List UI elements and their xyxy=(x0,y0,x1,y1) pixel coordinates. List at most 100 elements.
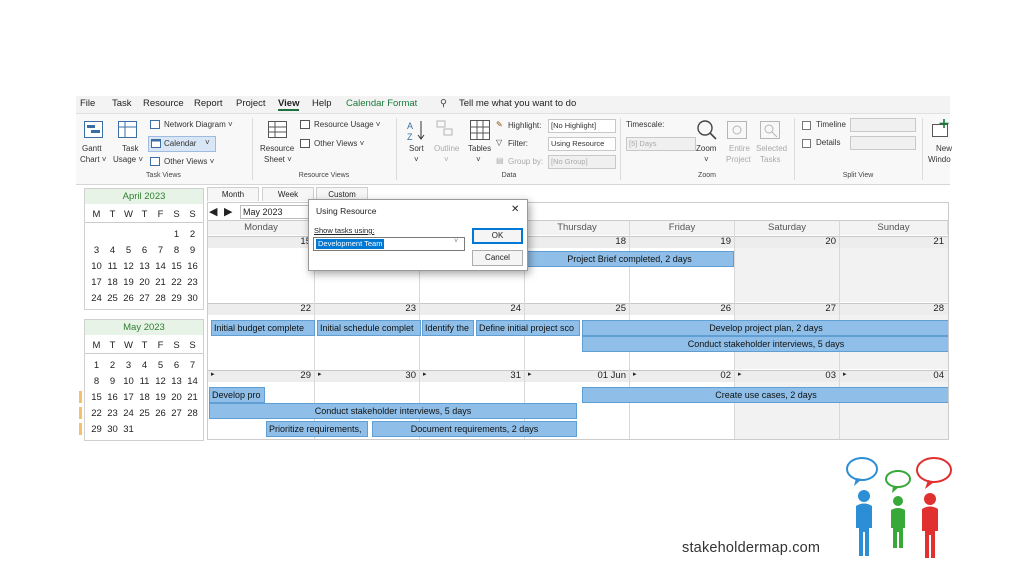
mini-calendar-day[interactable]: 1 xyxy=(89,360,104,371)
mini-calendar-day[interactable]: 5 xyxy=(121,245,136,256)
mini-calendar-day[interactable]: 26 xyxy=(153,408,168,419)
task-bar[interactable]: Initial schedule complet xyxy=(317,320,421,336)
mini-calendar-day[interactable]: 31 xyxy=(121,424,136,435)
mini-calendar-day[interactable]: 8 xyxy=(89,376,104,387)
cancel-button[interactable]: Cancel xyxy=(472,250,523,266)
mini-calendar-day[interactable]: 10 xyxy=(89,261,104,272)
mini-calendar-day[interactable]: 29 xyxy=(169,293,184,304)
mini-calendar-day[interactable]: 20 xyxy=(169,392,184,403)
task-bar[interactable]: Prioritize requirements, xyxy=(266,421,368,437)
task-bar[interactable]: Develop pro xyxy=(209,387,265,403)
mini-calendar-day[interactable]: 11 xyxy=(137,376,152,387)
group-by-dropdown[interactable]: [No Group] xyxy=(548,155,616,169)
selected-tasks-icon[interactable] xyxy=(760,121,780,139)
menu-file[interactable]: File xyxy=(80,98,95,109)
mini-calendar-day[interactable]: 6 xyxy=(137,245,152,256)
mini-calendar-day[interactable]: 7 xyxy=(185,360,200,371)
mini-calendar-day[interactable]: 14 xyxy=(185,376,200,387)
mini-calendar-day[interactable]: 23 xyxy=(185,277,200,288)
highlight-dropdown[interactable]: [No Highlight] xyxy=(548,119,616,133)
task-bar[interactable]: Define initial project sco xyxy=(476,320,580,336)
calendar-button[interactable]: Calendar ˅ xyxy=(148,136,216,152)
mini-calendar-day[interactable]: 27 xyxy=(169,408,184,419)
mini-calendar-day[interactable]: 2 xyxy=(105,360,120,371)
overflow-arrow-icon[interactable]: ▸ xyxy=(318,370,322,378)
outline-icon[interactable] xyxy=(436,120,456,140)
menu-help[interactable]: Help xyxy=(312,98,332,109)
mini-calendar-day[interactable]: 30 xyxy=(105,424,120,435)
mini-calendar-day[interactable]: 21 xyxy=(185,392,200,403)
mini-calendar-day[interactable]: 9 xyxy=(105,376,120,387)
chevron-down-icon[interactable]: ˅ xyxy=(704,155,709,164)
mini-calendar-day[interactable]: 6 xyxy=(169,360,184,371)
other-views-button[interactable]: Other Views ˅ xyxy=(164,157,214,166)
menu-task[interactable]: Task xyxy=(112,98,132,109)
gantt-chart-dropdown[interactable]: Chart ˅ xyxy=(80,155,106,164)
entire-project-icon[interactable] xyxy=(727,121,747,139)
timeline-dropdown[interactable] xyxy=(850,118,916,132)
mini-calendar-day[interactable]: 23 xyxy=(105,408,120,419)
network-diagram-button[interactable]: Network Diagram ˅ xyxy=(164,120,233,129)
filter-dropdown[interactable]: Using Resource xyxy=(548,137,616,151)
mini-calendar-day[interactable]: 9 xyxy=(185,245,200,256)
overflow-arrow-icon[interactable]: ▸ xyxy=(211,370,215,378)
mini-calendar-day[interactable]: 5 xyxy=(153,360,168,371)
mini-calendar-day[interactable]: 1 xyxy=(169,229,184,240)
details-dropdown[interactable] xyxy=(850,136,916,150)
zoom-icon[interactable] xyxy=(696,119,718,141)
other-resource-views-button[interactable]: Other Views ˅ xyxy=(314,139,364,148)
mini-calendar-day[interactable]: 18 xyxy=(137,392,152,403)
mini-calendar-day[interactable]: 3 xyxy=(89,245,104,256)
sort-icon[interactable]: AZ xyxy=(406,119,428,142)
task-bar[interactable]: Document requirements, 2 days xyxy=(372,421,577,437)
mini-calendar-day[interactable]: 16 xyxy=(185,261,200,272)
mini-calendar-day[interactable]: 2 xyxy=(185,229,200,240)
tell-me-box[interactable]: Tell me what you want to do xyxy=(459,98,576,109)
close-icon[interactable]: ✕ xyxy=(511,204,519,215)
timescale-dropdown[interactable]: [5] Days xyxy=(626,137,696,151)
gantt-chart-icon[interactable] xyxy=(84,121,103,138)
mini-calendar-day[interactable]: 24 xyxy=(89,293,104,304)
task-bar[interactable]: Identify the xyxy=(422,320,474,336)
details-checkbox[interactable] xyxy=(802,139,811,148)
chevron-down-icon[interactable]: ˅ xyxy=(414,155,419,164)
overflow-arrow-icon[interactable]: ▸ xyxy=(738,370,742,378)
mini-calendar-day[interactable]: 4 xyxy=(137,360,152,371)
overflow-arrow-icon[interactable]: ▸ xyxy=(423,370,427,378)
mini-calendar-day[interactable]: 12 xyxy=(121,261,136,272)
ok-button[interactable]: OK xyxy=(472,228,523,244)
mini-calendar-day[interactable]: 25 xyxy=(105,293,120,304)
resource-sheet-icon[interactable] xyxy=(268,121,287,138)
mini-calendar-day[interactable]: 29 xyxy=(89,424,104,435)
mini-calendar-day[interactable]: 15 xyxy=(89,392,104,403)
menu-view[interactable]: View xyxy=(278,98,300,111)
menu-calendar-format[interactable]: Calendar Format xyxy=(346,98,417,109)
mini-calendar-day[interactable]: 22 xyxy=(89,408,104,419)
mini-calendar-day[interactable]: 11 xyxy=(105,261,120,272)
mini-calendar-day[interactable]: 20 xyxy=(137,277,152,288)
mini-calendar-day[interactable]: 19 xyxy=(121,277,136,288)
mini-calendar-day[interactable]: 16 xyxy=(105,392,120,403)
mini-calendar-day[interactable]: 15 xyxy=(169,261,184,272)
task-bar[interactable]: Develop project plan, 2 days xyxy=(582,320,948,336)
mini-calendar-day[interactable]: 25 xyxy=(137,408,152,419)
new-window-icon[interactable] xyxy=(932,119,950,137)
next-month-icon[interactable]: ▶ xyxy=(224,205,232,218)
mini-calendar-day[interactable]: 14 xyxy=(153,261,168,272)
overflow-arrow-icon[interactable]: ▸ xyxy=(843,370,847,378)
mini-calendar-day[interactable]: 26 xyxy=(121,293,136,304)
mini-calendar-day[interactable]: 24 xyxy=(121,408,136,419)
tab-month[interactable]: Month xyxy=(207,187,259,201)
mini-calendar-day[interactable]: 28 xyxy=(185,408,200,419)
menu-report[interactable]: Report xyxy=(194,98,223,109)
mini-calendar-day[interactable]: 21 xyxy=(153,277,168,288)
mini-calendar-day[interactable]: 17 xyxy=(121,392,136,403)
resource-usage-button[interactable]: Resource Usage ˅ xyxy=(314,120,380,129)
task-bar[interactable]: Project Brief completed, 2 days xyxy=(525,251,734,267)
mini-calendar-day[interactable]: 17 xyxy=(89,277,104,288)
previous-month-icon[interactable]: ◀ xyxy=(209,205,217,218)
mini-calendar-day[interactable]: 30 xyxy=(185,293,200,304)
menu-resource[interactable]: Resource xyxy=(143,98,184,109)
mini-calendar-day[interactable]: 27 xyxy=(137,293,152,304)
mini-calendar-day[interactable]: 22 xyxy=(169,277,184,288)
